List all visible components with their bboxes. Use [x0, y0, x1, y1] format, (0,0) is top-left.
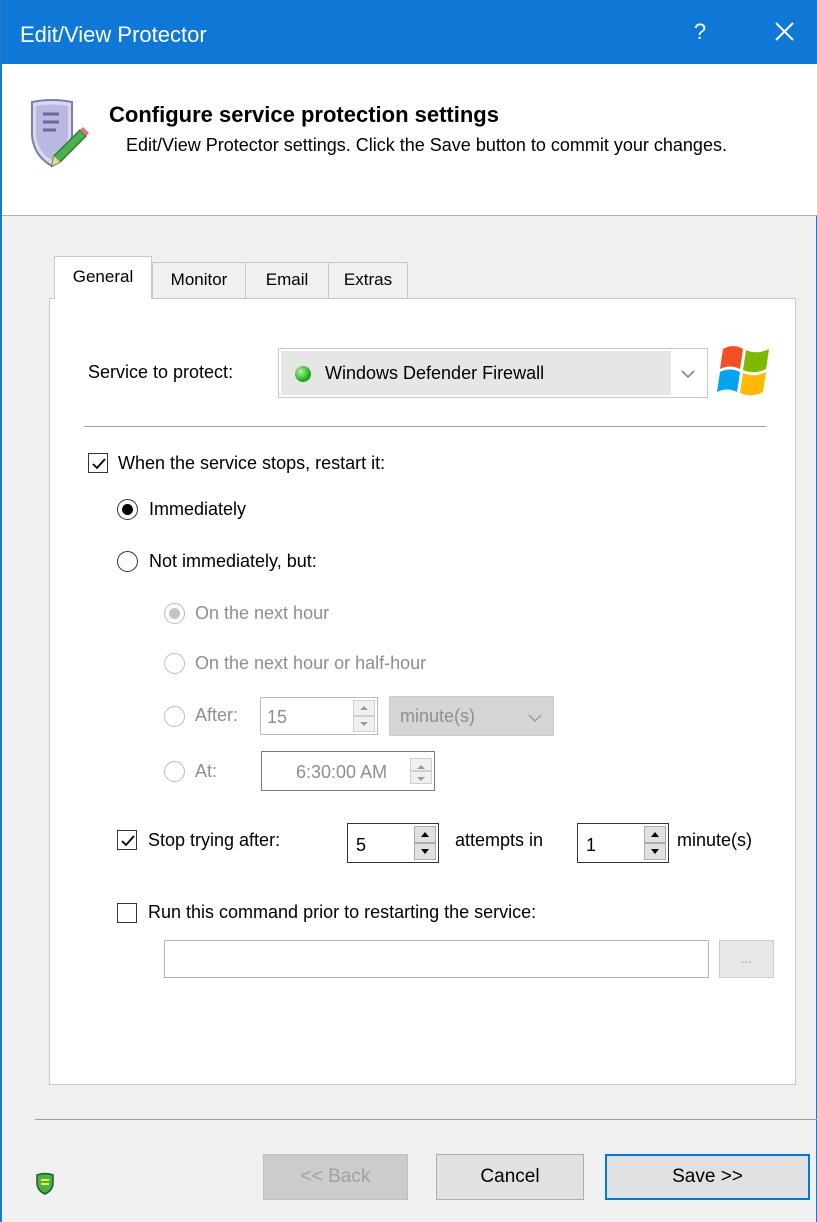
command-input[interactable]: [164, 940, 709, 978]
service-combobox-field: Windows Defender Firewall: [281, 351, 671, 395]
radio-selected-dot: [169, 608, 180, 619]
service-value: Windows Defender Firewall: [325, 363, 545, 383]
service-running-icon: [295, 366, 311, 382]
caret-up-icon: [651, 832, 659, 837]
save-button[interactable]: Save >>: [605, 1154, 810, 1200]
chevron-down-icon[interactable]: [677, 363, 699, 385]
attempts-in-label: attempts in: [455, 830, 544, 850]
browse-button[interactable]: ...: [719, 940, 774, 978]
service-label: Service to protect:: [88, 362, 234, 382]
title-bar: Edit/View Protector ?: [2, 0, 817, 64]
spinner-buttons: [410, 758, 432, 784]
spinner-buttons: [353, 700, 375, 732]
caret-down-icon: [417, 777, 425, 781]
immediately-radio[interactable]: [117, 499, 138, 520]
spin-down-button[interactable]: [644, 843, 666, 860]
general-tab-panel: Service to protect: Windows Defender Fir…: [49, 298, 796, 1085]
chevron-down-icon: [528, 714, 542, 723]
caret-down-icon: [421, 849, 429, 854]
stop-trying-label: Stop trying after:: [148, 830, 281, 850]
radio-selected-dot: [122, 504, 133, 515]
at-time-value: 6:30:00 AM: [296, 762, 388, 782]
caret-up-icon: [421, 832, 429, 837]
service-combobox[interactable]: Windows Defender Firewall: [278, 348, 708, 398]
attempts-spinner[interactable]: 5: [347, 823, 439, 863]
header-title: Configure service protection settings: [109, 102, 499, 127]
spin-up-button[interactable]: [644, 826, 666, 843]
not-immediately-label: Not immediately, but:: [149, 551, 317, 571]
restart-label: When the service stops, restart it:: [118, 453, 386, 473]
minutes-spinner[interactable]: 1: [577, 823, 669, 863]
not-immediately-radio[interactable]: [117, 551, 138, 572]
caret-up-icon: [360, 706, 368, 710]
after-unit-combobox[interactable]: minute(s): [389, 696, 554, 736]
minutes-label: minute(s): [677, 830, 753, 850]
shield-edit-icon: [31, 99, 89, 168]
next-half-hour-radio[interactable]: [164, 653, 185, 674]
spinner-buttons: [414, 826, 436, 860]
after-value-spinner[interactable]: 15: [260, 697, 378, 735]
minutes-value: 1: [586, 835, 597, 855]
dialog-window: Edit/View Protector ? Configure service …: [0, 0, 817, 1222]
tab-general[interactable]: General: [54, 256, 152, 299]
checkmark-icon: [92, 458, 106, 470]
at-radio[interactable]: [164, 761, 185, 782]
spin-down-button[interactable]: [410, 771, 432, 784]
close-icon: [775, 22, 794, 41]
tab-monitor[interactable]: Monitor: [152, 262, 246, 298]
at-label: At:: [195, 761, 218, 781]
windows-logo-icon: [717, 346, 769, 396]
tab-email[interactable]: Email: [245, 262, 329, 298]
cancel-button[interactable]: Cancel: [436, 1154, 584, 1200]
after-radio[interactable]: [164, 706, 185, 727]
restart-checkbox[interactable]: [88, 453, 108, 473]
spin-down-button[interactable]: [414, 843, 436, 860]
caret-down-icon: [651, 849, 659, 854]
help-button[interactable]: ?: [680, 10, 720, 54]
spin-down-button[interactable]: [353, 716, 375, 732]
shield-icon: [36, 1172, 54, 1195]
spin-up-button[interactable]: [414, 826, 436, 843]
spin-up-button[interactable]: [410, 758, 432, 771]
at-time-picker[interactable]: 6:30:00 AM: [261, 751, 435, 791]
close-button[interactable]: [762, 10, 806, 54]
checkmark-icon: [121, 835, 135, 847]
next-hour-label: On the next hour: [195, 603, 330, 623]
after-unit-value: minute(s): [400, 706, 476, 726]
immediately-label: Immediately: [149, 499, 247, 519]
back-button[interactable]: << Back: [263, 1154, 408, 1200]
dialog-header: Configure service protection settings Ed…: [2, 64, 817, 216]
next-half-hour-label: On the next hour or half-hour: [195, 653, 427, 673]
tab-extras[interactable]: Extras: [328, 262, 408, 298]
next-hour-radio[interactable]: [164, 603, 185, 624]
stop-trying-checkbox[interactable]: [117, 830, 137, 850]
window-title: Edit/View Protector: [20, 22, 207, 47]
run-command-label: Run this command prior to restarting the…: [148, 902, 537, 922]
after-value: 15: [267, 707, 288, 727]
spin-up-button[interactable]: [353, 700, 375, 716]
caret-down-icon: [360, 722, 368, 726]
attempts-value: 5: [356, 835, 367, 855]
after-label: After:: [195, 705, 239, 725]
run-command-checkbox[interactable]: [117, 903, 137, 923]
section-divider: [84, 426, 766, 427]
spinner-buttons: [644, 826, 666, 860]
header-subtitle: Edit/View Protector settings. Click the …: [126, 135, 727, 155]
footer-divider: [35, 1119, 817, 1120]
